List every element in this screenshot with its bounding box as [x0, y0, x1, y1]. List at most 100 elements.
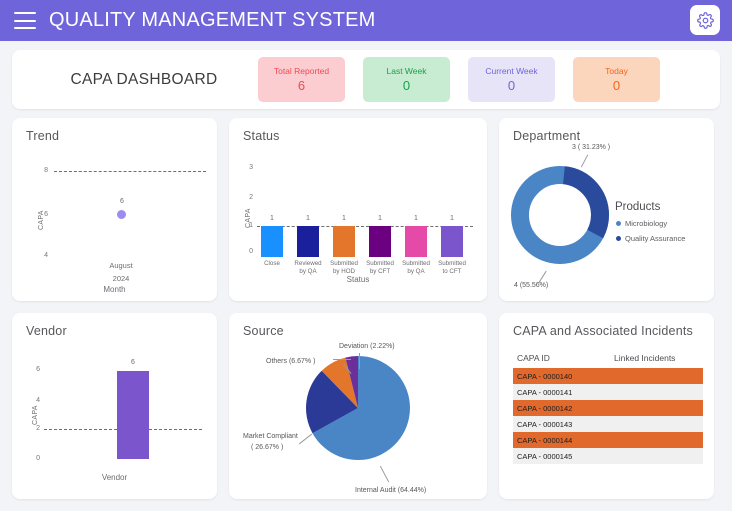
- vendor-y-axis-label: CAPA: [32, 405, 39, 425]
- kpi-card-today[interactable]: Today 0: [573, 57, 660, 102]
- kpi-label: Today: [605, 66, 628, 76]
- trend-ytick: 8: [44, 167, 48, 174]
- trend-xtick-year: 2024: [112, 274, 130, 283]
- source-label-deviation: Deviation (2.22%): [339, 343, 395, 350]
- status-category-label: Close: [264, 260, 280, 267]
- department-label-micro: 4 (55.56%): [514, 282, 549, 289]
- status-bar-label: 1: [306, 215, 310, 222]
- hamburger-icon[interactable]: [14, 12, 36, 29]
- app-header: QUALITY MANAGEMENT SYSTEM: [0, 0, 732, 41]
- status-bar[interactable]: [369, 226, 391, 257]
- vendor-ytick: 6: [36, 366, 40, 373]
- status-bar-label: 1: [378, 215, 382, 222]
- cell-linked-incidents: [610, 368, 703, 384]
- capa-incidents-table: CAPA ID Linked Incidents CAPA - 0000140 C…: [513, 351, 703, 464]
- panel-capa-incidents: CAPA and Associated Incidents CAPA ID Li…: [499, 313, 714, 499]
- panel-title-department: Department: [513, 129, 581, 143]
- legend-label: Quality Assurance: [625, 234, 686, 243]
- panel-title-vendor: Vendor: [26, 324, 67, 338]
- kpi-card-total-reported[interactable]: Total Reported 6: [258, 57, 345, 102]
- status-bar[interactable]: [333, 226, 355, 257]
- trend-gridline: [54, 171, 206, 172]
- kpi-value: 0: [612, 78, 621, 93]
- kpi-value: 0: [402, 78, 411, 93]
- trend-ytick: 4: [44, 252, 48, 259]
- legend-item-microbiology[interactable]: Microbiology: [616, 219, 667, 228]
- status-category-label: Submitted: [402, 260, 430, 267]
- trend-xtick-month: August: [109, 261, 133, 270]
- vendor-ytick: 2: [36, 425, 40, 432]
- panel-source: Source Deviation (2.22%) Others (6.67% )…: [229, 313, 487, 499]
- column-header-capa-id: CAPA ID: [517, 353, 550, 363]
- panel-title-capa-incidents: CAPA and Associated Incidents: [513, 324, 693, 338]
- panel-vendor: Vendor CAPA 6 4 2 0 6 Vendor: [12, 313, 217, 499]
- kpi-card-current-week[interactable]: Current Week 0: [468, 57, 555, 102]
- status-bar[interactable]: [405, 226, 427, 257]
- table-row[interactable]: CAPA - 0000141: [513, 384, 703, 400]
- vendor-ytick: 0: [36, 455, 40, 462]
- cell-linked-incidents: [610, 400, 703, 416]
- vendor-ytick: 4: [36, 397, 40, 404]
- cell-linked-incidents: [610, 432, 703, 448]
- vendor-bar[interactable]: [117, 371, 149, 459]
- status-category-label: Submitted: [330, 260, 358, 267]
- table-row[interactable]: CAPA - 0000144: [513, 432, 703, 448]
- dashboard-grid: Trend CAPA 8 6 4 6 August 2024 Month Sta…: [12, 118, 720, 499]
- legend-label: Microbiology: [625, 219, 668, 228]
- kpi-label: Last Week: [386, 66, 427, 76]
- source-pie-chart[interactable]: [303, 353, 413, 463]
- source-label-market-compliant-line1: Market Compliant: [243, 433, 298, 440]
- department-legend-title: Products: [615, 201, 661, 213]
- trend-point-label: 6: [120, 198, 124, 205]
- table-row[interactable]: CAPA - 0000143: [513, 416, 703, 432]
- kpi-group: Total Reported 6 Last Week 0 Current Wee…: [258, 57, 660, 102]
- kpi-card-last-week[interactable]: Last Week 0: [363, 57, 450, 102]
- status-bar[interactable]: [441, 226, 463, 257]
- panel-title-status: Status: [243, 129, 280, 143]
- cell-capa-id: CAPA - 0000142: [513, 400, 610, 416]
- cell-linked-incidents: [610, 448, 703, 464]
- trend-data-point[interactable]: [117, 210, 126, 219]
- cell-capa-id: CAPA - 0000143: [513, 416, 610, 432]
- department-label-qa: 3 ( 31.23% ): [572, 144, 611, 151]
- kpi-value: 6: [297, 78, 306, 93]
- source-label-internal-audit: Internal Audit (64.44%): [355, 487, 427, 494]
- status-bar-label: 1: [270, 215, 274, 222]
- department-donut-chart[interactable]: [505, 160, 615, 270]
- panel-status: Status CAPA 3 2 1 0 1 Close 1 Reviewed by QA…: [229, 118, 487, 301]
- table-row[interactable]: CAPA - 0000142: [513, 400, 703, 416]
- panel-trend: Trend CAPA 8 6 4 6 August 2024 Month: [12, 118, 217, 301]
- status-bar[interactable]: [297, 226, 319, 257]
- legend-item-quality-assurance[interactable]: Quality Assurance: [616, 234, 685, 243]
- status-x-axis-label: Status: [346, 275, 370, 284]
- source-leader-line: [379, 465, 390, 483]
- cell-linked-incidents: [610, 384, 703, 400]
- cell-capa-id: CAPA - 0000144: [513, 432, 610, 448]
- source-leader-line: [333, 359, 351, 360]
- status-ytick: 1: [249, 222, 253, 229]
- panel-title-source: Source: [243, 324, 284, 338]
- cell-capa-id: CAPA - 0000141: [513, 384, 610, 400]
- app-title: QUALITY MANAGEMENT SYSTEM: [49, 9, 376, 31]
- status-bar[interactable]: [261, 226, 283, 257]
- status-category-label: Submitted: [366, 260, 394, 267]
- status-category-label: Submitted: [438, 260, 466, 267]
- status-bar-label: 1: [414, 215, 418, 222]
- source-leader-line: [359, 353, 360, 369]
- kpi-value: 0: [507, 78, 516, 93]
- panel-department: Department 3 ( 31.23% ) 4 (55.56%) Produ…: [499, 118, 714, 301]
- summary-bar: CAPA DASHBOARD Total Reported 6 Last Wee…: [12, 50, 720, 109]
- source-label-market-compliant-line2: ( 26.67% ): [251, 444, 284, 451]
- trend-ytick: 6: [44, 211, 48, 218]
- cell-capa-id: CAPA - 0000140: [513, 368, 610, 384]
- cell-linked-incidents: [610, 416, 703, 432]
- vendor-bar-label: 6: [131, 359, 135, 366]
- kpi-label: Total Reported: [273, 66, 330, 76]
- table-row[interactable]: CAPA - 0000145: [513, 448, 703, 464]
- legend-swatch-icon: [616, 221, 621, 226]
- status-bar-label: 1: [450, 215, 454, 222]
- table-row[interactable]: CAPA - 0000140: [513, 368, 703, 384]
- panel-title-trend: Trend: [26, 129, 60, 143]
- settings-button[interactable]: [690, 5, 720, 35]
- legend-swatch-icon: [616, 236, 621, 241]
